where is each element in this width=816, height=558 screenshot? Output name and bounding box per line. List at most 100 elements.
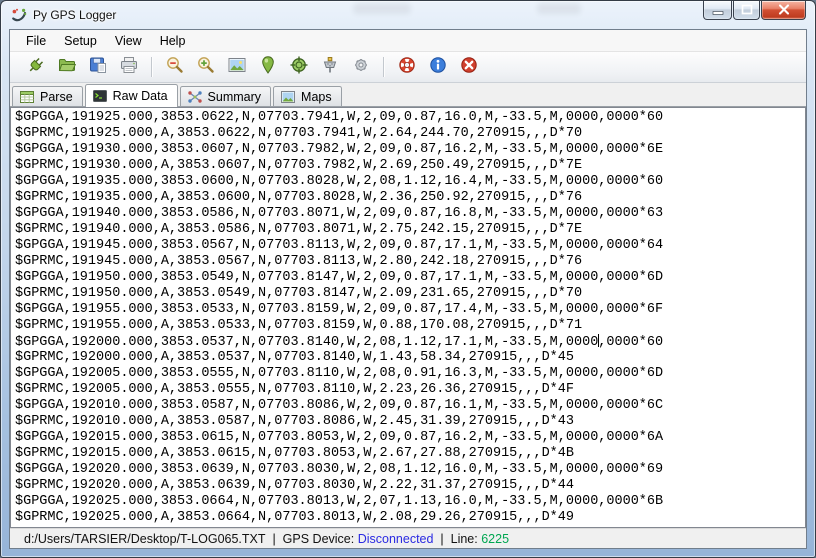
menubar: File Setup View Help (10, 30, 806, 52)
tab-maps[interactable]: Maps (273, 86, 342, 106)
help-button[interactable] (391, 54, 422, 81)
log-line: $GPGGA,191935.000,3853.0600,N,07703.8028… (15, 174, 664, 189)
tab-summary[interactable]: Summary (179, 86, 272, 106)
status-separator (433, 532, 440, 546)
log-line: $GPGGA,191925.000,3853.0622,N,07703.7941… (15, 110, 664, 125)
status-separator (276, 532, 283, 546)
status-file-path: d:/Users/TARSIER/Desktop/T-LOG065.TXT (24, 531, 266, 546)
log-line: $GPGGA,192000.000,3853.0537,N,07703.8140… (15, 334, 664, 350)
log-line: $GPRMC,192005.000,A,3853.0555,N,07703.81… (15, 382, 574, 397)
gps-device-button[interactable] (314, 54, 345, 81)
log-line: $GPGGA,191945.000,3853.0567,N,07703.8113… (15, 238, 664, 253)
settings-icon (351, 55, 371, 80)
print-icon (119, 55, 139, 80)
zoom-out-button[interactable] (159, 54, 190, 81)
titlebar: Py GPS Logger (1, 1, 815, 29)
status-separator (444, 532, 451, 546)
save-icon (88, 55, 108, 80)
log-line: $GPRMC,192010.000,A,3853.0587,N,07703.80… (15, 414, 574, 429)
view-image-button[interactable] (221, 54, 252, 81)
tab-label: Raw Data (112, 89, 168, 103)
connect-button[interactable] (20, 54, 51, 81)
client-area: File Setup View Help Parse Raw Data Summary Ma… (9, 29, 807, 549)
toolbar-separator (151, 57, 152, 77)
log-line: $GPGGA,192025.000,3853.0664,N,07703.8013… (15, 494, 664, 509)
log-line: $GPGGA,191930.000,3853.0607,N,07703.7982… (15, 142, 664, 157)
map-marker-icon (258, 55, 278, 80)
menu-help[interactable]: Help (151, 31, 195, 51)
help-icon (397, 55, 417, 80)
log-line: $GPGGA,191950.000,3853.0549,N,07703.8147… (15, 270, 664, 285)
app-icon (11, 7, 27, 23)
titlebar-glass-artifact (353, 3, 411, 14)
open-file-icon (57, 55, 77, 80)
menu-file[interactable]: File (17, 31, 55, 51)
log-line: $GPRMC,191955.000,A,3853.0533,N,07703.81… (15, 318, 583, 333)
maximize-button[interactable] (733, 1, 760, 20)
log-line: $GPRMC,192000.000,A,3853.0537,N,07703.81… (15, 350, 574, 365)
log-line: $GPRMC,191925.000,A,3853.0622,N,07703.79… (15, 126, 583, 141)
menu-setup[interactable]: Setup (55, 31, 106, 51)
about-info-button[interactable] (422, 54, 453, 81)
raw-terminal-icon (92, 88, 108, 104)
zoom-in-button[interactable] (190, 54, 221, 81)
log-line: $GPRMC,191935.000,A,3853.0600,N,07703.80… (15, 190, 583, 205)
raw-data-textarea[interactable]: $GPGGA,191925.000,3853.0622,N,07703.7941… (10, 107, 806, 528)
menu-view[interactable]: View (106, 31, 151, 51)
log-line: $GPRMC,191950.000,A,3853.0549,N,07703.81… (15, 286, 583, 301)
exit-button[interactable] (453, 54, 484, 81)
tab-pane: $GPGGA,191925.000,3853.0622,N,07703.7941… (10, 106, 806, 528)
log-line: $GPRMC,192020.000,A,3853.0639,N,07703.80… (15, 478, 574, 493)
log-line: $GPRMC,192015.000,A,3853.0615,N,07703.80… (15, 446, 574, 461)
close-button[interactable] (761, 1, 806, 20)
save-button[interactable] (82, 54, 113, 81)
app-window: Py GPS Logger File Setup View Help Parse Raw… (0, 0, 816, 558)
tab-parse[interactable]: Parse (12, 86, 83, 106)
toolbar (10, 52, 806, 83)
zoom-in-icon (196, 55, 216, 80)
line-number-value: 6225 (481, 531, 510, 546)
titlebar-glass-artifact (537, 3, 581, 14)
map-marker-button[interactable] (252, 54, 283, 81)
log-line: $GPRMC,191940.000,A,3853.0586,N,07703.80… (15, 222, 583, 237)
status-separator (266, 532, 273, 546)
log-line: $GPRMC,191945.000,A,3853.0567,N,07703.81… (15, 254, 583, 269)
log-line: $GPGGA,191955.000,3853.0533,N,07703.8159… (15, 302, 664, 317)
window-controls (703, 1, 806, 20)
tab-raw-data[interactable]: Raw Data (84, 84, 178, 107)
close-icon (771, 2, 797, 22)
summary-graph-icon (187, 89, 203, 105)
tabbar: Parse Raw Data Summary Maps (10, 83, 806, 107)
minimize-button[interactable] (703, 1, 732, 20)
zoom-out-icon (165, 55, 185, 80)
exit-icon (459, 55, 479, 80)
center-target-button[interactable] (283, 54, 314, 81)
print-button[interactable] (113, 54, 144, 81)
toolbar-separator (383, 57, 384, 77)
gps-device-icon (320, 55, 340, 80)
log-line: $GPRMC,192025.000,A,3853.0664,N,07703.80… (15, 510, 574, 525)
log-line: $GPGGA,192020.000,3853.0639,N,07703.8030… (15, 462, 664, 477)
open-file-button[interactable] (51, 54, 82, 81)
status-bar: d:/Users/TARSIER/Desktop/T-LOG065.TXT | … (10, 528, 806, 548)
log-line: $GPGGA,192015.000,3853.0615,N,07703.8053… (15, 430, 664, 445)
about-info-icon (428, 55, 448, 80)
settings-button[interactable] (345, 54, 376, 81)
log-line: $GPRMC,191930.000,A,3853.0607,N,07703.79… (15, 158, 583, 173)
maximize-icon (734, 2, 760, 22)
log-line: $GPGGA,191940.000,3853.0586,N,07703.8071… (15, 206, 664, 221)
tab-label: Parse (40, 89, 73, 104)
line-label: Line: (450, 531, 478, 546)
tab-label: Maps (301, 89, 332, 104)
minimize-icon (705, 2, 731, 22)
gps-status-value: Disconnected (357, 531, 434, 546)
gps-device-label: GPS Device: (282, 531, 355, 546)
log-line: $GPGGA,192010.000,3853.0587,N,07703.8086… (15, 398, 664, 413)
view-image-icon (227, 55, 247, 80)
center-target-icon (289, 55, 309, 80)
connect-icon (26, 55, 46, 80)
parse-table-icon (19, 89, 35, 105)
window-title: Py GPS Logger (33, 8, 117, 22)
maps-image-icon (280, 89, 296, 105)
log-line: $GPGGA,192005.000,3853.0555,N,07703.8110… (15, 366, 664, 381)
